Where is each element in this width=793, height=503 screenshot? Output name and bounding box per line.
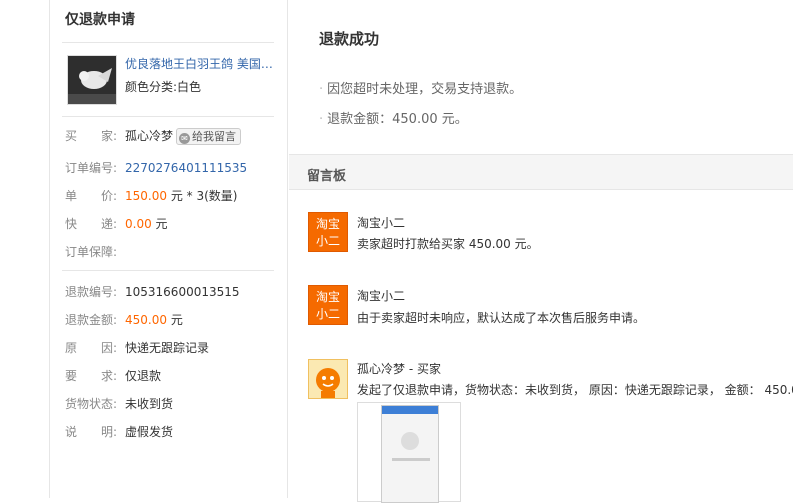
refund-no-label: 退款编号:: [65, 285, 118, 299]
buyer-label: 买 家:: [65, 129, 118, 143]
avatar-text: 淘宝: [315, 217, 340, 231]
phone-text-line: [392, 458, 430, 461]
message-board-header: 留言板: [289, 154, 793, 190]
divider: [62, 42, 274, 43]
refund-amount-row: 退款金额: 450.00 元: [65, 311, 183, 329]
chat-icon: ✉: [179, 133, 191, 144]
bullet-dot: ·: [319, 112, 324, 127]
unit-price-label: 单 价:: [65, 189, 118, 203]
taobao-xiaoer-avatar: 淘宝 小二: [308, 212, 348, 252]
product-thumbnail[interactable]: [67, 55, 117, 105]
phone-placeholder-icon: [401, 432, 419, 450]
guarantee-row: 订单保障:: [65, 243, 125, 261]
goods-status-label: 货物状态:: [65, 397, 118, 411]
avatar-text: 小二: [315, 307, 340, 321]
status-bullet-text: 因您超时未处理，交易支持退款。: [327, 82, 523, 97]
note-value: 虚假发货: [125, 425, 174, 439]
order-no-label: 订单编号:: [65, 161, 118, 175]
note-label: 说 明:: [65, 425, 118, 439]
message-text: 发起了仅退款申请，货物状态：未收到货， 原因：快递无跟踪记录， 金额： 450.…: [357, 383, 793, 397]
message-me-button[interactable]: ✉ 给我留言: [176, 128, 242, 145]
refund-sidebar: 仅退款申请 优良落地王白羽王鸽 美国白羽王鸽 颜色分类:白色 买 家:孤心冷梦✉…: [49, 0, 288, 498]
refund-amount-suffix: 元: [170, 313, 183, 327]
refund-no-value: 105316600013515: [125, 285, 240, 299]
status-bullet-text: 退款金额：450.00 元。: [327, 112, 468, 127]
order-no-row: 订单编号: 2270276401111535: [65, 159, 247, 177]
message-me-label: 给我留言: [192, 130, 237, 143]
reason-label: 原 因:: [65, 341, 118, 355]
refund-status-title: 退款成功: [319, 30, 380, 48]
request-label: 要 求:: [65, 369, 118, 383]
request-row: 要 求: 仅退款: [65, 367, 161, 385]
product-name-link[interactable]: 优良落地王白羽王鸽 美国白羽王鸽: [125, 55, 275, 72]
request-value: 仅退款: [125, 369, 162, 383]
shipping-suffix: 元: [155, 217, 168, 231]
buyer-avatar: [308, 359, 348, 399]
taobao-xiaoer-avatar: 淘宝 小二: [308, 285, 348, 325]
guarantee-label: 订单保障:: [65, 245, 118, 259]
sidebar-title: 仅退款申请: [65, 12, 135, 28]
message-text: 由于卖家超时未响应，默认达成了本次售后服务申请。: [357, 311, 646, 325]
unit-price-suffix: 元 * 3(数量): [170, 189, 238, 203]
divider: [62, 270, 274, 271]
message-sender: 淘宝小二: [357, 216, 406, 230]
order-no-link[interactable]: 2270276401111535: [125, 161, 247, 175]
shipping-value: 0.00: [125, 217, 152, 231]
avatar-text: 淘宝: [315, 290, 340, 304]
unit-price-row: 单 价: 150.00 元 * 3(数量): [65, 187, 237, 205]
status-bullet: · 退款金额：450.00 元。: [319, 108, 468, 127]
avatar-text: 小二: [315, 234, 340, 248]
phone-status-bar: [382, 406, 438, 414]
refund-main: 退款成功 · 因您超时未处理，交易支持退款。 · 退款金额：450.00 元。 留言…: [289, 0, 793, 503]
phone-screenshot: [381, 405, 439, 503]
buyer-row: 买 家: 孤心冷梦 ✉ 给我留言: [65, 127, 242, 145]
bullet-dot: ·: [319, 82, 324, 97]
message-sender: 淘宝小二: [357, 289, 406, 303]
evidence-screenshot[interactable]: [357, 402, 461, 503]
message-board-title: 留言板: [307, 169, 347, 184]
buyer-name: 孤心冷梦: [125, 129, 174, 143]
refund-amount-value: 450.00: [125, 313, 167, 327]
note-row: 说 明: 虚假发货: [65, 423, 173, 441]
reason-value: 快递无跟踪记录: [125, 341, 210, 355]
goods-status-value: 未收到货: [125, 397, 174, 411]
goods-status-row: 货物状态: 未收到货: [65, 395, 173, 413]
message-text: 卖家超时打款给买家 450.00 元。: [357, 237, 539, 251]
refund-no-row: 退款编号: 105316600013515: [65, 283, 240, 301]
shipping-row: 快 递: 0.00 元: [65, 215, 168, 233]
divider: [62, 116, 274, 117]
unit-price-value: 150.00: [125, 189, 167, 203]
message-sender: 孤心冷梦 - 买家: [357, 362, 441, 376]
shipping-label: 快 递:: [65, 217, 118, 231]
reason-row: 原 因: 快递无跟踪记录: [65, 339, 209, 357]
product-spec: 颜色分类:白色: [125, 80, 202, 94]
refund-amount-label: 退款金额:: [65, 313, 118, 327]
status-bullet: · 因您超时未处理，交易支持退款。: [319, 78, 522, 97]
